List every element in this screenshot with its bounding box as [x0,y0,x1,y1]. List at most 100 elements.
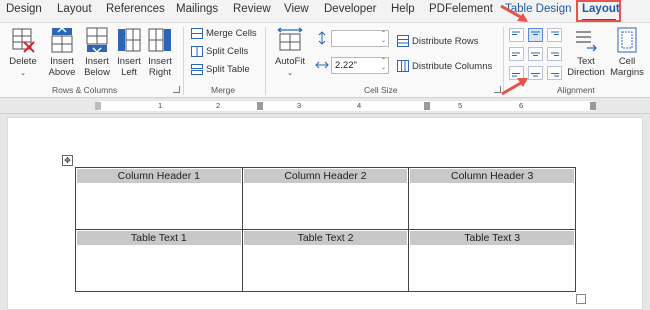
table-move-handle-icon[interactable]: ✥ [62,155,73,166]
group-label-cell-size: Cell Size [364,85,398,95]
merge-cells-icon [191,28,203,39]
insert-right-label-2: Right [148,67,172,78]
tab-design[interactable]: Design [6,3,42,15]
tab-view[interactable]: View [284,3,309,15]
merge-cells-label: Merge Cells [206,28,257,39]
table-cell[interactable]: Column Header 2 [241,167,410,230]
split-table-button[interactable]: Split Table [191,64,250,75]
insert-above-label-1: Insert [50,56,74,67]
row-height-input[interactable]: ⌃ ⌄ [331,30,389,47]
delete-table-icon [12,28,35,53]
spin-arrows-icon[interactable]: ⌃ ⌄ [381,58,386,72]
table-text-1: Table Text 1 [77,231,241,245]
autofit-button[interactable]: AutoFit ⌄ [271,26,309,79]
insert-left-button[interactable]: Insert Left [114,26,144,78]
tab-mailings[interactable]: Mailings [176,3,218,15]
ruler-column-marker[interactable] [257,102,263,110]
table-row: Column Header 1 Column Header 2 Column H… [75,167,576,230]
column-width-icon [315,61,329,69]
insert-above-icon [51,27,73,53]
ruler-number: 5 [458,101,463,110]
column-header-2: Column Header 2 [243,169,408,183]
ruler-number: 1 [158,101,163,110]
insert-right-button[interactable]: Insert Right [146,26,174,78]
group-label-merge: Merge [211,85,236,95]
ruler-column-marker[interactable] [424,102,430,110]
split-cells-label: Split Cells [206,46,249,57]
table-cell[interactable]: Column Header 1 [75,167,243,230]
autofit-icon [277,27,303,51]
insert-right-icon [148,28,171,52]
text-direction-label-2: Direction [567,67,605,78]
insert-below-label-2: Below [84,67,110,78]
tab-developer[interactable]: Developer [324,3,376,15]
chevron-down-icon: ⌄ [20,70,26,77]
column-width-input[interactable]: 2.22" ⌃ ⌄ [331,57,389,74]
distribute-rows-icon [397,35,409,47]
spin-arrows-icon[interactable]: ⌃ ⌄ [381,31,386,45]
cell-margins-icon [617,27,637,53]
insert-below-label-1: Insert [85,56,109,67]
column-header-1: Column Header 1 [77,169,241,183]
split-table-icon [191,64,203,75]
insert-below-icon [86,27,108,53]
group-label-alignment: Alignment [557,85,595,95]
distribute-columns-button[interactable]: Distribute Columns [397,60,492,72]
delete-label: Delete [9,56,37,67]
table-text-2: Table Text 2 [243,231,408,245]
column-width-value: 2.22" [335,60,357,71]
tab-references[interactable]: References [106,3,165,15]
distribute-columns-icon [397,60,409,72]
insert-left-icon [118,28,141,52]
table-text-3: Table Text 3 [410,231,574,245]
table-cell[interactable]: Table Text 3 [408,229,576,292]
autofit-label: AutoFit [274,56,306,67]
horizontal-ruler[interactable]: 1 2 3 4 5 6 [0,98,650,114]
annotation-arrows [500,4,528,96]
insert-below-button[interactable]: Insert Below [80,26,114,78]
table-row: Table Text 1 Table Text 2 Table Text 3 [75,229,576,292]
text-direction-icon [576,31,597,52]
document-table[interactable]: Column Header 1 Column Header 2 Column H… [75,167,576,292]
group-separator [265,27,266,95]
delete-button[interactable]: Delete ⌄ [6,26,40,79]
cell-margins-button[interactable]: Cell Margins [607,26,647,78]
insert-right-label-1: Insert [148,56,172,67]
chevron-down-icon: ⌄ [287,70,293,77]
column-header-3: Column Header 3 [410,169,574,183]
table-cell[interactable]: Column Header 3 [408,167,576,230]
tab-help[interactable]: Help [391,3,415,15]
ruler-indent-marker[interactable] [95,102,101,110]
split-cells-button[interactable]: Split Cells [191,46,248,57]
insert-above-button[interactable]: Insert Above [45,26,79,78]
distribute-columns-label: Distribute Columns [412,60,493,72]
split-table-label: Split Table [206,64,250,75]
group-separator [183,27,184,95]
tab-review[interactable]: Review [233,3,271,15]
ruler-number: 6 [519,101,524,110]
ruler-number: 3 [297,101,302,110]
table-resize-handle[interactable] [576,294,586,304]
ruler-right-margin-marker[interactable] [590,102,596,110]
distribute-rows-button[interactable]: Distribute Rows [397,35,479,47]
ruler-number: 4 [357,101,362,110]
text-direction-button[interactable]: Text Direction [565,26,607,78]
insert-left-label-1: Insert [117,56,141,67]
cell-margins-label-2: Margins [610,67,644,78]
merge-cells-button[interactable]: Merge Cells [191,28,257,39]
annotation-highlight-box [576,0,621,22]
group-label-rows-columns: Rows & Columns [52,85,118,95]
table-cell[interactable]: Table Text 1 [75,229,243,292]
text-direction-label-1: Text [577,56,595,67]
cell-margins-label-1: Cell [618,56,636,67]
split-cells-icon [191,46,203,57]
insert-left-label-2: Left [121,67,137,78]
tab-layout-page[interactable]: Layout [57,3,92,15]
ruler-number: 2 [216,101,221,110]
insert-above-label-2: Above [48,67,76,78]
distribute-rows-label: Distribute Rows [412,35,479,47]
row-height-icon [318,31,326,45]
tab-pdfelement[interactable]: PDFelement [429,3,493,15]
rows-columns-launcher-icon[interactable] [173,86,180,93]
table-cell[interactable]: Table Text 2 [241,229,410,292]
